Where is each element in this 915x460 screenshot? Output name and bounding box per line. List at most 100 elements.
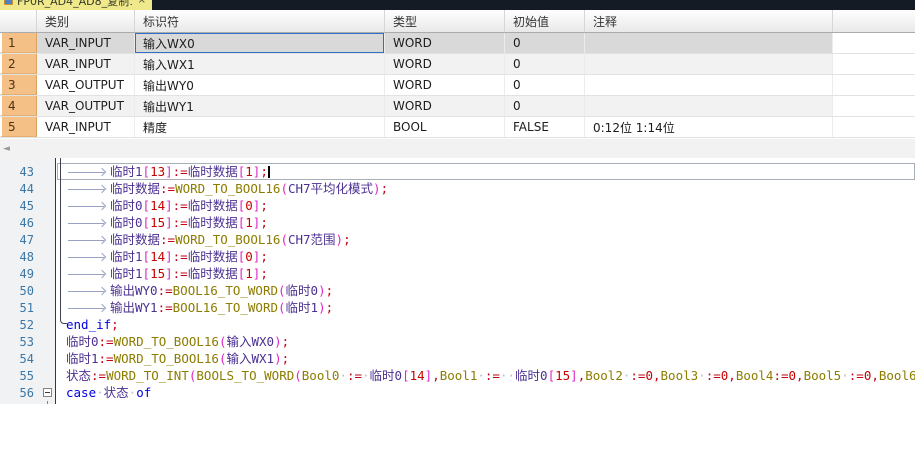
row-number[interactable]: 1	[0, 33, 37, 53]
variable-table-body: 1VAR_INPUT输入WX0WORD02VAR_INPUT输入WX1WORD0…	[0, 33, 915, 138]
line-number[interactable]: 45	[0, 199, 39, 213]
tab-indent-arrow-icon	[66, 184, 108, 194]
cell-type[interactable]: WORD	[385, 75, 505, 95]
cell-initial-value[interactable]: 0	[505, 96, 585, 116]
cell-type[interactable]: WORD	[385, 96, 505, 116]
line-number[interactable]: 54	[0, 352, 39, 366]
cell-extra[interactable]	[833, 54, 915, 74]
code-line[interactable]: case·状态·of	[57, 384, 915, 401]
table-row[interactable]: 3VAR_OUTPUT输出WY0WORD0	[0, 75, 915, 96]
code-line[interactable]: 临时1[14]:=临时数据[0];	[57, 248, 915, 265]
code-line[interactable]: 输出WY1:=BOOL16_TO_WORD(临时1);	[57, 299, 915, 316]
code-area[interactable]: 临时1[13]:=临时数据[1];临时数据:=WORD_TO_BOOL16(CH…	[57, 158, 915, 404]
tab-fp0r-ad4-ad8[interactable]: FP0R_AD4_AD8_复制1 ×	[0, 0, 152, 10]
code-token: ;	[260, 249, 268, 264]
cell-type[interactable]: BOOL	[385, 117, 505, 137]
cell-initial-value[interactable]: FALSE	[505, 117, 585, 137]
line-number[interactable]: 48	[0, 250, 39, 264]
cell-initial-value[interactable]: 0	[505, 75, 585, 95]
row-number[interactable]: 4	[0, 96, 37, 116]
cell-identifier[interactable]: 输入WX0	[135, 33, 385, 53]
code-line[interactable]: 临时1[15]:=临时数据[1];	[57, 265, 915, 282]
tab-indent-arrow-icon	[66, 303, 108, 313]
cell-extra[interactable]	[833, 75, 915, 95]
code-token: 临时1	[286, 300, 319, 315]
code-token: ·	[477, 368, 485, 383]
code-line[interactable]: end_if;	[57, 316, 915, 333]
cell-identifier[interactable]: 输出WY1	[135, 96, 385, 116]
line-number[interactable]: 56	[0, 386, 39, 400]
row-number[interactable]: 5	[0, 117, 37, 137]
code-line[interactable]: 临时数据:=WORD_TO_BOOL16(CH7范围);	[57, 231, 915, 248]
code-line[interactable]: 临时0[14]:=临时数据[0];	[57, 197, 915, 214]
cell-initial-value[interactable]: 0	[505, 54, 585, 74]
code-token: :=	[99, 351, 114, 366]
line-number[interactable]: 43	[0, 165, 39, 179]
code-line[interactable]: 临时1:=WORD_TO_BOOL16(输入WX1);	[57, 350, 915, 367]
line-number[interactable]: 52	[0, 318, 39, 332]
cell-comment[interactable]: 0:12位 1:14位	[585, 117, 833, 137]
cell-type[interactable]: WORD	[385, 33, 505, 53]
code-token: ··	[500, 368, 515, 383]
fold-collapse-icon[interactable]	[43, 388, 52, 397]
code-token: 临时1	[110, 164, 143, 179]
line-number[interactable]: 51	[0, 301, 39, 315]
cell-initial-value[interactable]: 0	[505, 33, 585, 53]
cell-extra[interactable]	[833, 33, 915, 53]
line-number[interactable]: 57	[0, 403, 39, 405]
table-row[interactable]: 1VAR_INPUT输入WX0WORD0	[0, 33, 915, 54]
cell-category[interactable]: VAR_INPUT	[37, 117, 135, 137]
line-number[interactable]: 49	[0, 267, 39, 281]
table-row[interactable]: 2VAR_INPUT输入WX1WORD0	[0, 54, 915, 75]
code-line[interactable]: 临时1[13]:=临时数据[1];	[57, 163, 915, 180]
cell-category[interactable]: VAR_OUTPUT	[37, 96, 135, 116]
line-number-gutter[interactable]: 43 44 45 46 47 48 49 50 51 52 53 54 55 56 57	[0, 158, 56, 404]
cell-category[interactable]: VAR_OUTPUT	[37, 75, 135, 95]
code-token: BOOL16_TO_WORD	[173, 283, 278, 298]
code-token: [	[143, 164, 151, 179]
row-number[interactable]: 3	[0, 75, 37, 95]
line-number[interactable]: 46	[0, 216, 39, 230]
cell-identifier[interactable]: 输出WY0	[135, 75, 385, 95]
code-line[interactable]: 状态:=WORD_TO_INT(BOOLS_TO_WORD(Bool0·:=·临…	[57, 367, 915, 384]
cell-extra[interactable]	[833, 96, 915, 116]
cell-type[interactable]: WORD	[385, 54, 505, 74]
code-token: ,	[796, 368, 804, 383]
code-token: ;	[260, 215, 268, 230]
line-number[interactable]: 47	[0, 233, 39, 247]
code-line[interactable]: 临时0:=WORD_TO_BOOL16(输入WX0);	[57, 333, 915, 350]
cell-comment[interactable]	[585, 96, 833, 116]
code-line[interactable]: 临时数据:=WORD_TO_BOOL16(CH7平均化模式);	[57, 180, 915, 197]
cell-identifier[interactable]: 精度	[135, 117, 385, 137]
table-row[interactable]: 5VAR_INPUT精度BOOLFALSE0:12位 1:14位	[0, 117, 915, 138]
code-token: :	[118, 402, 126, 404]
table-row[interactable]: 4VAR_OUTPUT输出WY1WORD0	[0, 96, 915, 117]
code-token: :=	[773, 368, 788, 383]
code-token: WORD_TO_BOOL16	[114, 334, 219, 349]
code-token: 1	[245, 215, 253, 230]
code-line[interactable]: 临时0[15]:=临时数据[1];	[57, 214, 915, 231]
cell-comment[interactable]	[585, 54, 833, 74]
line-number[interactable]: 44	[0, 182, 39, 196]
horizontal-scrollbar[interactable]: ◄	[0, 138, 915, 158]
code-line[interactable]: 0:	[57, 401, 915, 404]
cell-extra[interactable]	[833, 117, 915, 137]
header-category: 类别	[37, 10, 135, 32]
code-token: ;	[111, 317, 119, 332]
line-number[interactable]: 55	[0, 369, 39, 383]
cell-comment[interactable]	[585, 33, 833, 53]
line-number[interactable]: 53	[0, 335, 39, 349]
cell-category[interactable]: VAR_INPUT	[37, 54, 135, 74]
code-token: ;	[260, 266, 268, 281]
row-number[interactable]: 2	[0, 54, 37, 74]
code-token: 临时0	[110, 198, 143, 213]
line-number[interactable]: 50	[0, 284, 39, 298]
cell-comment[interactable]	[585, 75, 833, 95]
cell-category[interactable]: VAR_INPUT	[37, 33, 135, 53]
code-token: 0	[110, 402, 118, 404]
st-code-editor[interactable]: 43 44 45 46 47 48 49 50 51 52 53 54 55 56 57 临时1[13]:=…	[0, 158, 915, 404]
tab-close-icon[interactable]: ×	[138, 0, 146, 6]
scroll-left-arrow-icon[interactable]: ◄	[0, 144, 10, 154]
cell-identifier[interactable]: 输入WX1	[135, 54, 385, 74]
code-line[interactable]: 输出WY0:=BOOL16_TO_WORD(临时0);	[57, 282, 915, 299]
